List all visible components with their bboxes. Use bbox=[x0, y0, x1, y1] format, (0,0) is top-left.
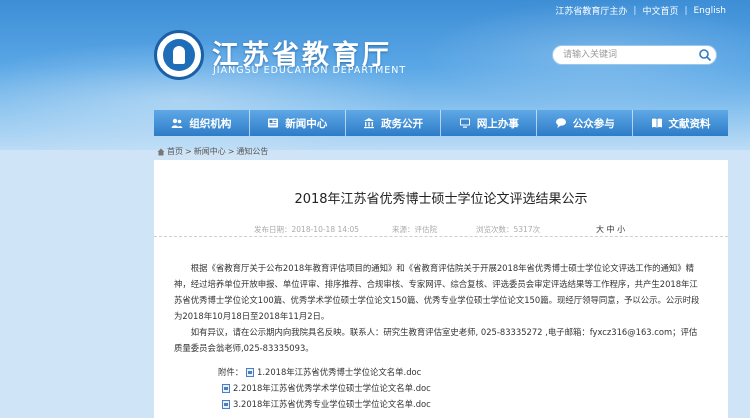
breadcrumb-home[interactable]: 首页 bbox=[167, 146, 183, 157]
view-count: 浏览次数：5317次 bbox=[476, 225, 541, 234]
nav-item-government[interactable]: 政务公开 bbox=[345, 110, 442, 136]
search-icon[interactable] bbox=[698, 48, 712, 62]
attachment-link[interactable]: 1.2018年江苏省优秀博士学位论文名单.doc bbox=[246, 366, 421, 378]
english-link[interactable]: English bbox=[694, 6, 727, 16]
newspaper-icon bbox=[268, 118, 279, 128]
computer-icon bbox=[459, 118, 470, 128]
book-icon bbox=[651, 118, 662, 128]
header-banner: 江苏省教育厅主办 | 中文首页 | English 江苏省教育厅 JIANGSU… bbox=[0, 0, 750, 150]
search-box bbox=[552, 45, 717, 65]
attachments-label: 附件： bbox=[218, 367, 244, 377]
article-source: 来源：评估院 bbox=[392, 225, 437, 234]
breadcrumb: 首页 > 新闻中心 > 通知公告 bbox=[157, 146, 268, 157]
site-subtitle: JIANGSU EDUCATION DEPARTMENT bbox=[213, 65, 407, 76]
host-text: 江苏省教育厅主办 bbox=[555, 7, 628, 17]
nav-item-documents[interactable]: 文献资料 bbox=[633, 110, 728, 136]
article-paragraph: 根据《省教育厅关于公布2018年教育评估项目的通知》和《省教育评估院关于开展20… bbox=[174, 263, 700, 321]
article-paragraph: 如有异议，请在公示期内向我院具名反映。联系人：研究生教育评估室史老师, 025-… bbox=[174, 327, 698, 353]
article-meta: 发布日期：2018-10-18 14:05 来源：评估院 浏览次数：5317次 … bbox=[154, 222, 728, 237]
home-link[interactable]: 中文首页 bbox=[642, 4, 678, 17]
attachment-link[interactable]: 3.2018年江苏省优秀专业学位硕士学位论文名单.doc bbox=[222, 398, 431, 410]
doc-file-icon bbox=[246, 367, 254, 377]
government-icon bbox=[364, 118, 375, 129]
attachment-link[interactable]: 2.2018年江苏省优秀学术学位硕士学位论文名单.doc bbox=[222, 382, 431, 394]
breadcrumb-news[interactable]: 新闻中心 bbox=[194, 146, 226, 157]
publish-time: 发布日期：2018-10-18 14:05 bbox=[254, 225, 360, 234]
emblem-logo-icon[interactable] bbox=[154, 30, 204, 80]
nav-item-public-participation[interactable]: 公众参与 bbox=[537, 110, 634, 136]
breadcrumb-notices[interactable]: 通知公告 bbox=[236, 146, 268, 157]
article-body: 根据《省教育厅关于公布2018年教育评估项目的通知》和《省教育评估院关于开展20… bbox=[174, 260, 704, 356]
nav-item-news[interactable]: 新闻中心 bbox=[249, 110, 346, 136]
nav-item-organization[interactable]: 组织机构 bbox=[154, 110, 250, 136]
doc-file-icon bbox=[222, 383, 230, 393]
search-input[interactable] bbox=[563, 48, 683, 62]
article-panel: 2018年江苏省优秀博士硕士学位论文评选结果公示 发布日期：2018-10-18… bbox=[154, 160, 728, 418]
chat-icon bbox=[555, 118, 566, 128]
main-nav: 组织机构 新闻中心 政务公开 网上办事 公众参与 文献资料 bbox=[154, 110, 728, 136]
people-icon bbox=[171, 118, 183, 128]
doc-file-icon bbox=[222, 399, 230, 409]
nav-item-online-services[interactable]: 网上办事 bbox=[441, 110, 538, 136]
font-size-switch[interactable]: 大 中 小 bbox=[596, 224, 625, 235]
article-title: 2018年江苏省优秀博士硕士学位论文评选结果公示 bbox=[294, 192, 588, 207]
top-links: 江苏省教育厅主办 | 中文首页 | English bbox=[555, 4, 727, 18]
home-icon bbox=[157, 148, 165, 155]
